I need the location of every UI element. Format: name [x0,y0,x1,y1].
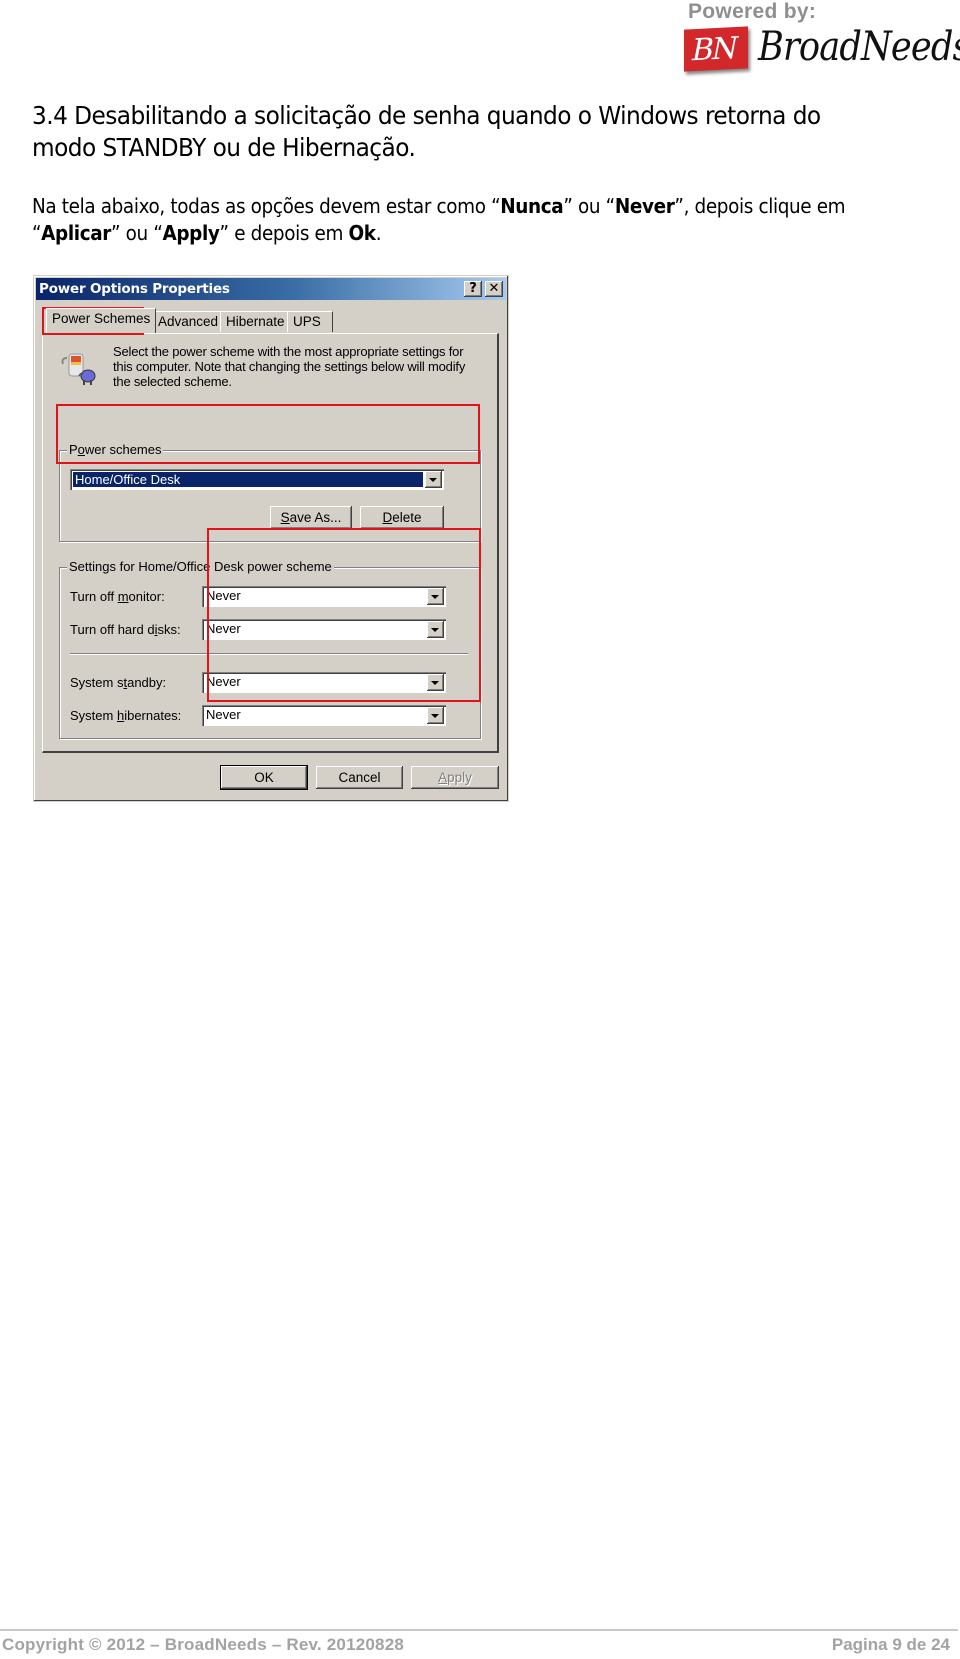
accelerator: D [382,510,393,525]
system-standby-select[interactable]: Never [202,672,446,693]
label-part: System [70,708,117,723]
accelerator: A [438,770,448,785]
label-part: System s [70,675,124,690]
instruction-paragraph: Na tela abaixo, todas as opções devem es… [32,193,897,247]
tab-hibernate[interactable]: Hibernate [220,311,291,332]
accelerator: S [280,510,290,525]
system-hibernates-select[interactable]: Never [202,705,446,726]
section-heading: 3.4 Desabilitando a solicitação de senha… [32,101,821,162]
ok-button[interactable]: OK [221,766,307,789]
label-part: wer schemes [84,442,162,457]
intro-text: Select the power scheme with the most ap… [113,344,466,389]
footer-divider [0,1629,958,1631]
label-part: ibernates: [124,708,182,723]
system-hibernates-label: System hibernates: [70,708,181,724]
label-part: sks: [157,622,181,637]
text-span: ” ou “ [563,194,615,218]
button-label: ave As... [289,510,342,525]
power-schemes-label: Power schemes [67,442,164,458]
footer-copyright: Copyright © 2012 – BroadNeeds – Rev. 201… [2,1635,405,1654]
settings-separator [70,653,468,655]
tab-advanced[interactable]: Advanced [152,311,225,332]
label-part: Turn off [70,589,118,604]
settings-group: Settings for Home/Office Desk power sche… [59,559,481,739]
turn-off-hard-disks-label: Turn off hard disks: [70,622,181,638]
power-plug-battery-icon [61,353,96,385]
text-span: . [375,221,382,245]
power-options-dialog: Power Options Properties ? ✕ Power Schem… [33,275,509,802]
bold-ok: Ok [348,221,377,245]
turn-off-hard-disks-select[interactable]: Never [202,619,446,640]
dialog-titlebar[interactable]: Power Options Properties ? ✕ [36,278,506,300]
label-part: onitor: [128,589,165,604]
close-button[interactable]: ✕ [485,281,503,297]
tab-power-schemes[interactable]: Power Schemes [46,308,157,333]
label-part: Turn off hard d [70,622,155,637]
save-as-button[interactable]: Save As... [270,506,352,529]
power-scheme-value: Home/Office Desk [72,471,424,488]
button-label: pply [447,770,472,785]
label-accelerator: m [117,589,129,604]
tab-ups[interactable]: UPS [287,311,333,332]
turn-off-monitor-label: Turn off monitor: [70,589,165,605]
turn-off-monitor-select[interactable]: Never [202,586,446,607]
bold-never: Never [614,194,675,218]
broadneeds-logo: BN BroadNeeds [684,24,960,72]
text-span: ” ou “ [111,221,163,245]
bold-nunca: Nunca [500,194,564,218]
bold-aplicar: Aplicar [41,221,112,245]
turn-off-monitor-value: Never [206,588,241,603]
system-standby-label: System standby: [70,675,166,691]
cancel-button[interactable]: Cancel [316,766,403,789]
powered-by-label: Powered by: [688,0,817,23]
delete-button[interactable]: Delete [360,506,444,529]
apply-button[interactable]: Apply [411,766,499,789]
chevron-down-icon[interactable] [427,621,444,638]
help-button[interactable]: ? [464,281,482,297]
label-accelerator: o [77,442,85,457]
settings-group-label: Settings for Home/Office Desk power sche… [67,559,334,575]
turn-off-hard-disks-value: Never [206,621,241,636]
button-label: elete [392,510,422,525]
system-hibernates-value: Never [206,707,241,722]
bold-apply: Apply [162,221,220,245]
label-part: P [69,442,78,457]
system-standby-value: Never [206,674,241,689]
footer-page-number: Pagina 9 de 24 [831,1635,950,1654]
logo-text: BroadNeeds [758,24,960,70]
label-part: andby: [127,675,167,690]
dialog-title: Power Options Properties [39,281,230,297]
power-schemes-group: Power schemes Home/Office Desk Save As..… [59,442,481,542]
chevron-down-icon[interactable] [427,707,444,724]
power-scheme-select[interactable]: Home/Office Desk [70,469,444,490]
chevron-down-icon[interactable] [425,471,442,488]
logo-mark: BN [684,26,748,72]
text-span: Na tela abaixo, todas as opções devem es… [32,194,501,218]
tab-panel: Select the power scheme with the most ap… [42,333,499,753]
logo-mark-text: BN [692,30,737,69]
text-span: ” e depois em [219,221,349,245]
chevron-down-icon[interactable] [427,674,444,691]
chevron-down-icon[interactable] [427,588,444,605]
